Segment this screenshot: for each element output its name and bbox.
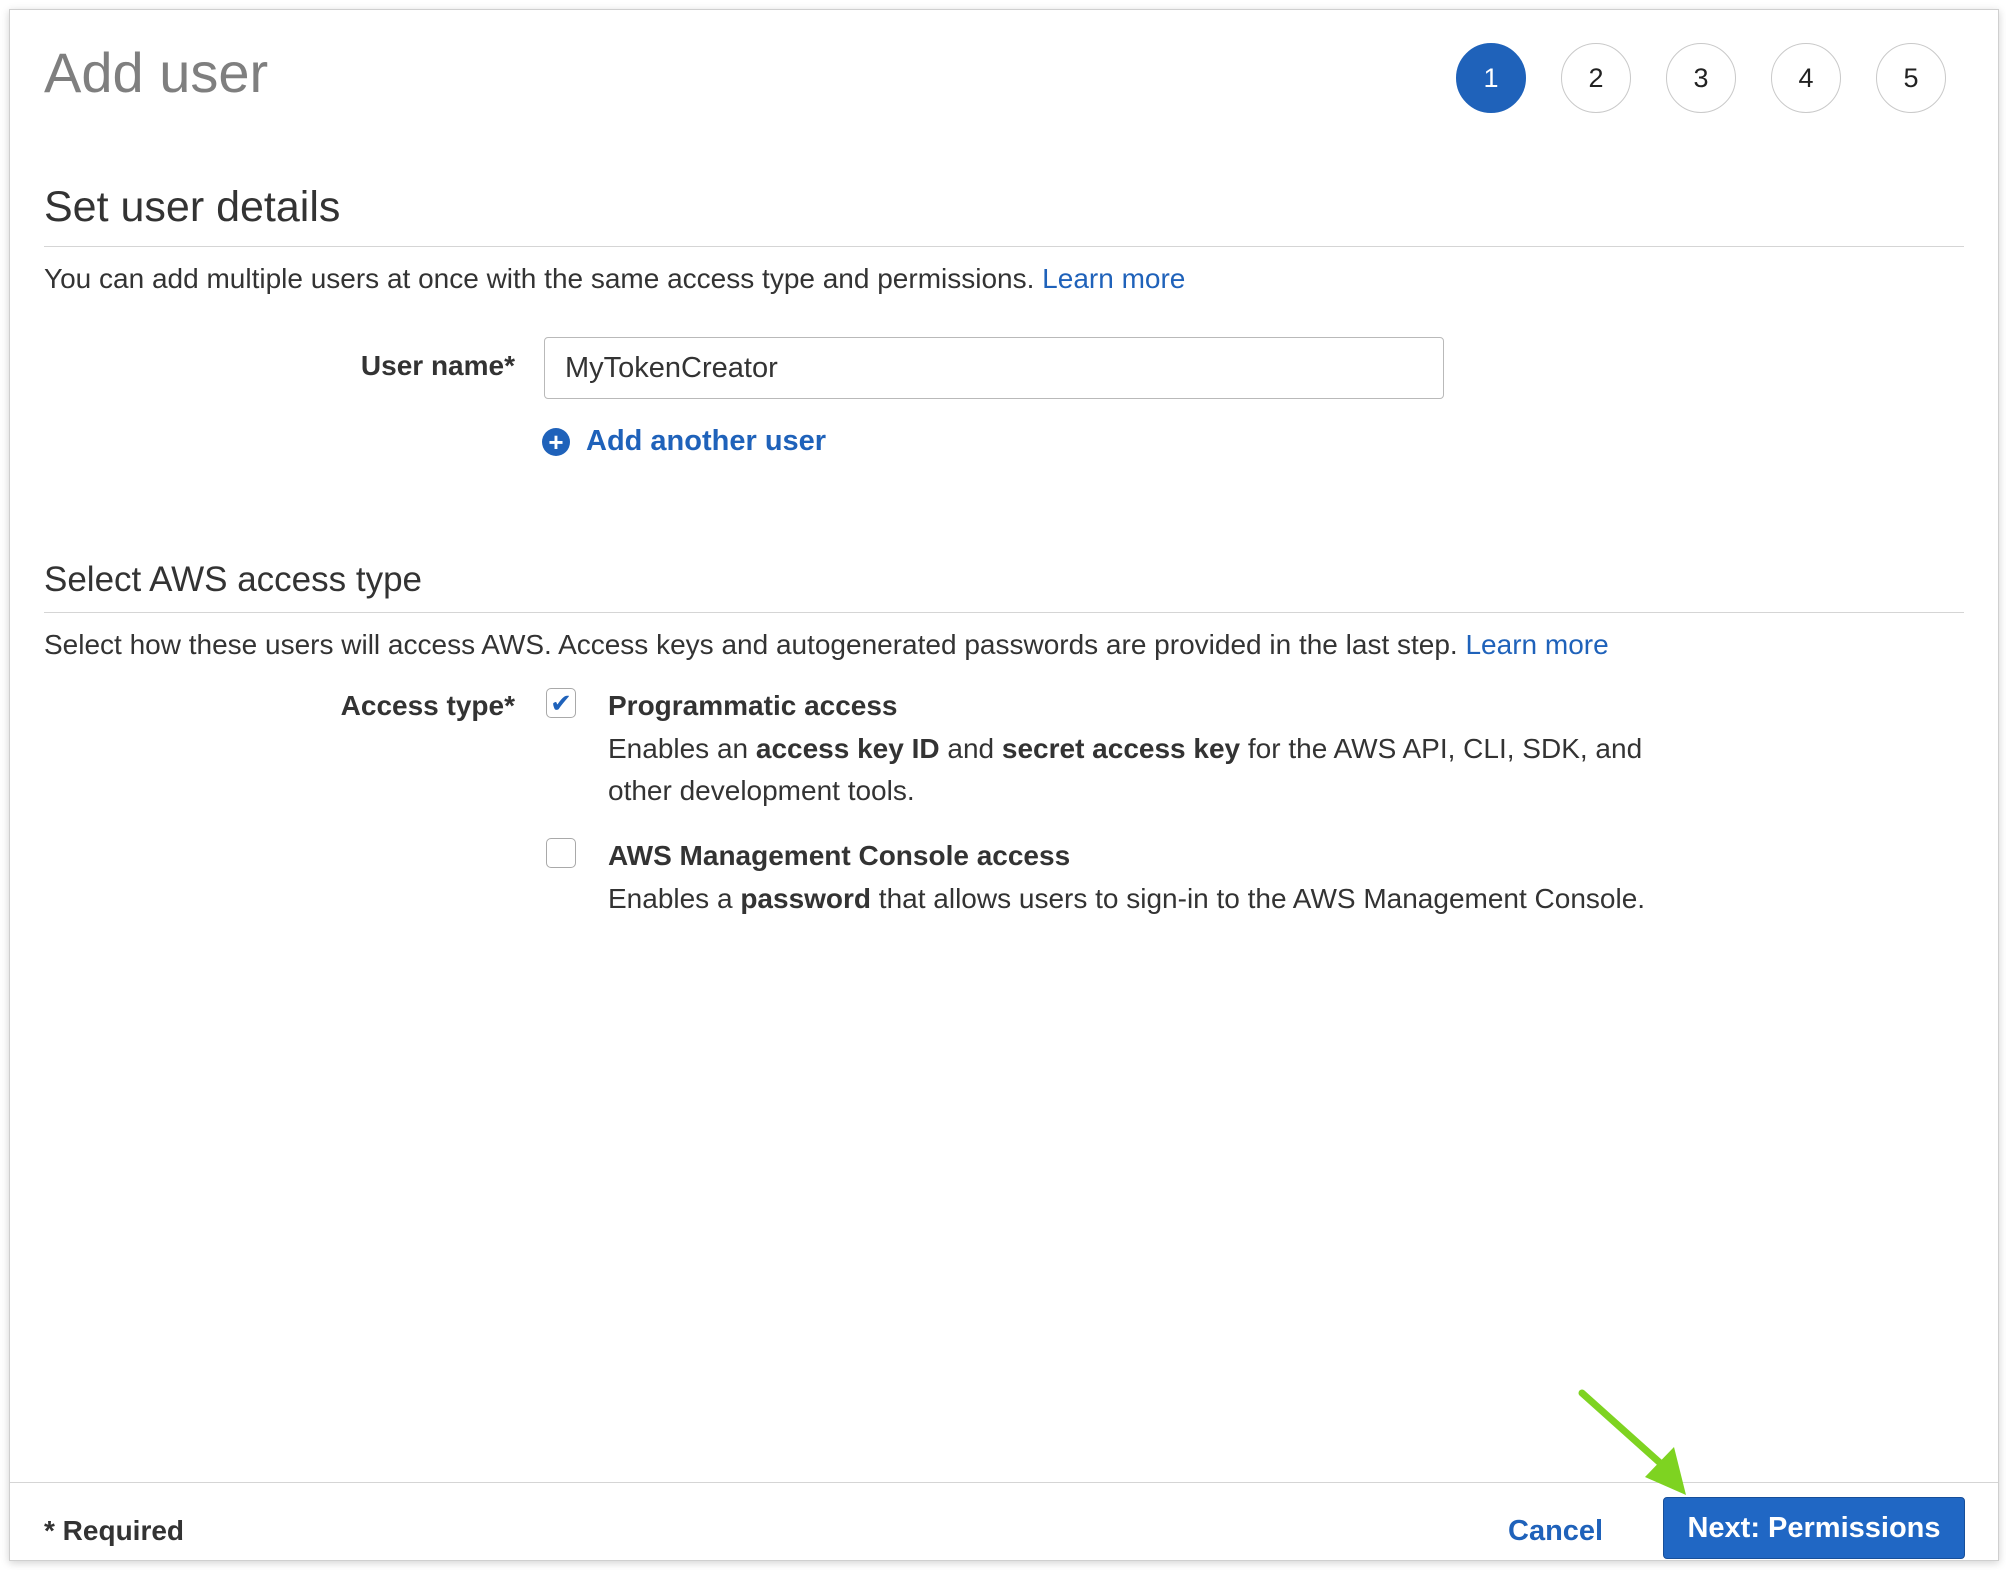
console-access-title: AWS Management Console access bbox=[608, 840, 1071, 871]
access-type-heading: Select AWS access type bbox=[44, 560, 423, 599]
cancel-button[interactable]: Cancel bbox=[1508, 1515, 1603, 1548]
step-3[interactable]: 3 bbox=[1666, 43, 1736, 113]
page-title: Add user bbox=[44, 41, 269, 104]
learn-more-link[interactable]: Learn more bbox=[1465, 629, 1608, 660]
arrow-annotation-icon bbox=[1578, 1389, 1686, 1495]
step-4[interactable]: 4 bbox=[1771, 43, 1841, 113]
user-details-description: You can add multiple users at once with … bbox=[44, 263, 1185, 295]
access-type-label: Access type* bbox=[340, 690, 515, 721]
user-details-description-text: You can add multiple users at once with … bbox=[44, 263, 1035, 294]
programmatic-access-checkbox[interactable]: ✔ bbox=[546, 688, 576, 718]
checkmark-icon: ✔ bbox=[550, 687, 572, 718]
console-access-checkbox[interactable] bbox=[546, 838, 576, 868]
learn-more-link[interactable]: Learn more bbox=[1042, 263, 1185, 294]
next-permissions-button[interactable]: Next: Permissions bbox=[1663, 1497, 1965, 1559]
plus-circle-icon: + bbox=[542, 427, 570, 456]
user-details-heading: Set user details bbox=[44, 183, 341, 231]
access-type-description-text: Select how these users will access AWS. … bbox=[44, 629, 1458, 660]
step-1[interactable]: 1 bbox=[1456, 43, 1526, 113]
step-5[interactable]: 5 bbox=[1876, 43, 1946, 113]
add-another-user-link[interactable]: + Add another user bbox=[542, 425, 826, 458]
add-another-user-label: Add another user bbox=[586, 425, 827, 457]
user-name-label: User name* bbox=[360, 350, 515, 381]
programmatic-access-title: Programmatic access bbox=[608, 690, 898, 721]
section-divider bbox=[44, 612, 1964, 613]
section-divider bbox=[44, 246, 1964, 247]
step-indicator: 1 2 3 4 5 bbox=[1456, 43, 1946, 113]
required-note: * Required bbox=[44, 1515, 185, 1546]
add-user-panel: Add user 1 2 3 4 5 Set user details You … bbox=[9, 9, 1999, 1561]
step-2[interactable]: 2 bbox=[1561, 43, 1631, 113]
access-type-description: Select how these users will access AWS. … bbox=[44, 629, 1609, 661]
console-access-description: Enables a password that allows users to … bbox=[608, 883, 1646, 914]
programmatic-access-description: Enables an access key ID and secret acce… bbox=[608, 733, 1643, 806]
user-name-input[interactable] bbox=[544, 337, 1444, 399]
